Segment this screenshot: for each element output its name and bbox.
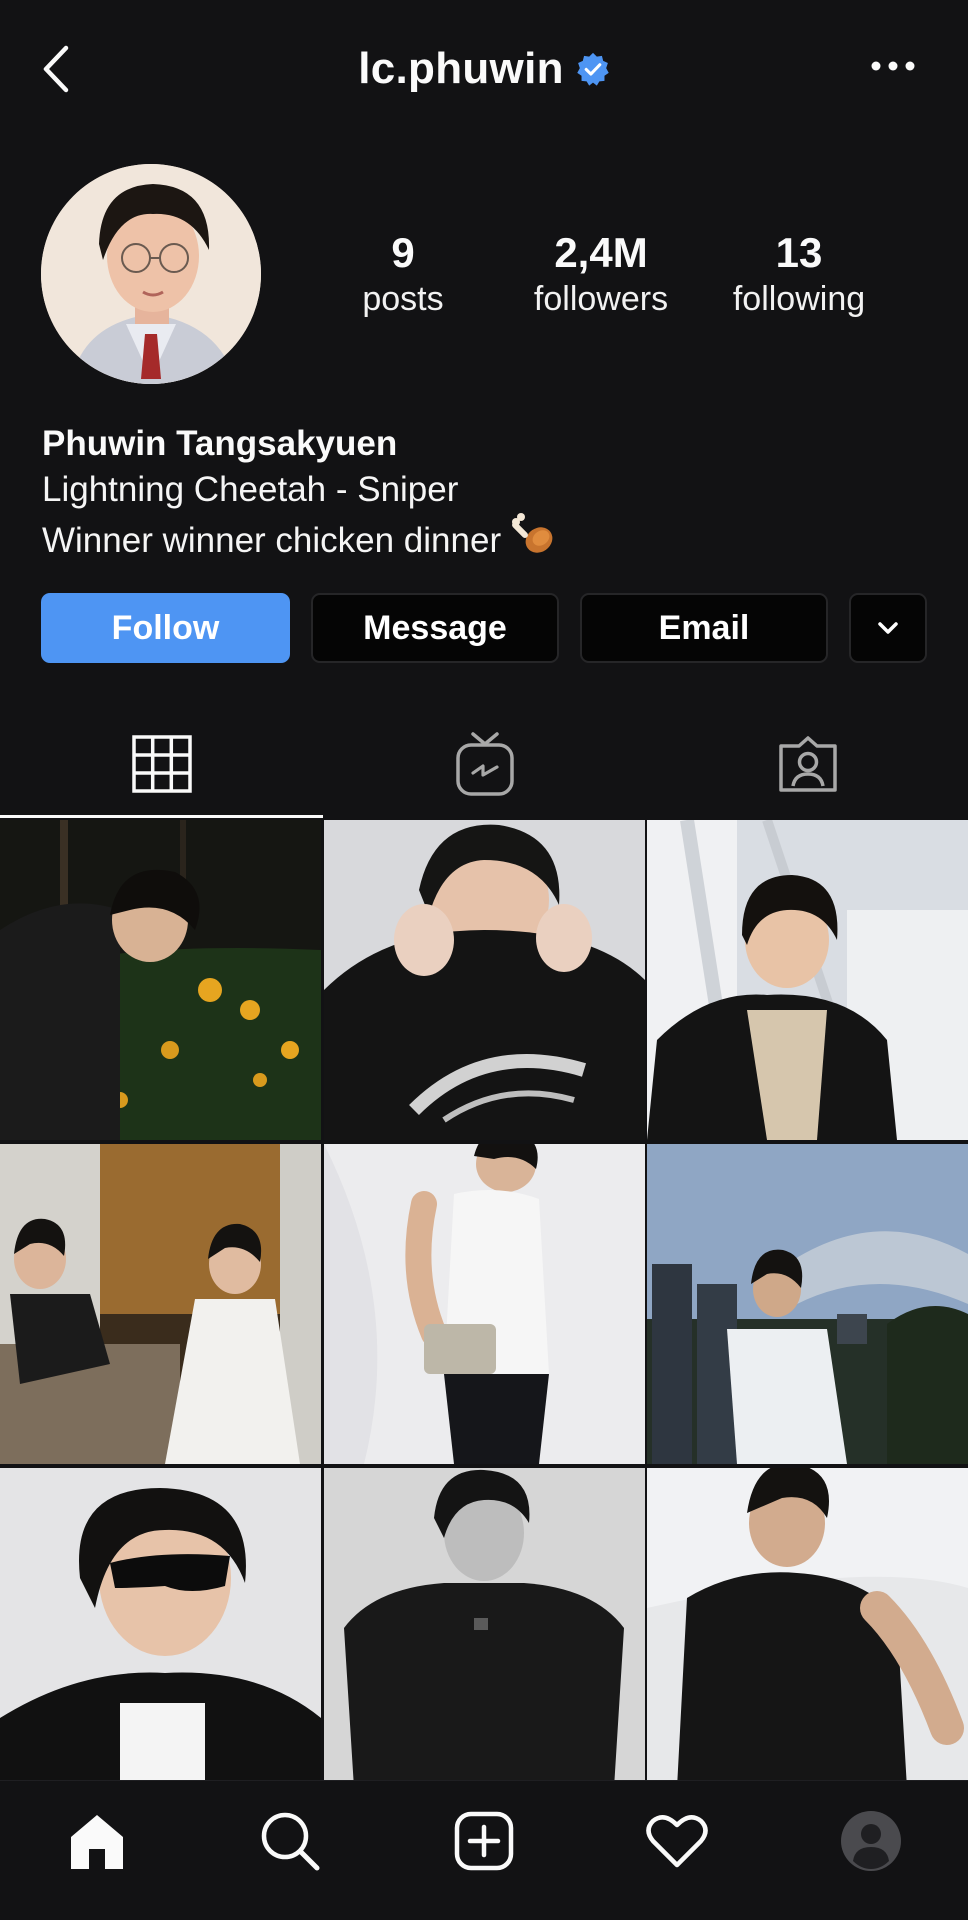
active-tab-indicator xyxy=(0,815,323,818)
stat-followers[interactable]: 2,4M followers xyxy=(501,228,701,320)
post-thumbnail-2[interactable] xyxy=(324,820,645,1140)
nav-profile[interactable] xyxy=(774,1781,967,1901)
heart-icon xyxy=(645,1815,708,1868)
profile-stats: 9 posts 2,4M followers 13 following xyxy=(340,228,900,328)
plus-square-icon xyxy=(454,1811,513,1871)
post-thumbnail-1[interactable] xyxy=(0,820,321,1140)
post-thumbnail-6[interactable] xyxy=(647,1144,968,1464)
post-photo-6 xyxy=(647,1144,968,1464)
chevron-down-icon xyxy=(878,622,898,634)
post-photo-5 xyxy=(324,1144,645,1464)
posts-grid xyxy=(0,820,968,1788)
stat-posts-value: 9 xyxy=(391,229,415,276)
stat-following[interactable]: 13 following xyxy=(699,228,899,320)
profile-avatar-icon xyxy=(840,1811,901,1871)
profile-name: Phuwin Tangsakyuen xyxy=(42,424,398,463)
stat-following-value: 13 xyxy=(775,229,823,276)
igtv-icon xyxy=(455,732,514,796)
stat-posts-label: posts xyxy=(362,280,444,318)
bio-line-2-wrap: Winner winner chicken dinner xyxy=(42,512,922,563)
profile-tabs xyxy=(0,710,968,818)
stat-following-label: following xyxy=(732,280,866,318)
tagged-icon xyxy=(778,736,837,792)
verified-badge-icon xyxy=(577,52,609,86)
bio-line-2: Winner winner chicken dinner xyxy=(42,521,502,560)
profile-actions: Follow Message Email xyxy=(41,593,927,663)
email-button[interactable]: Email xyxy=(580,593,828,663)
post-photo-1 xyxy=(0,820,321,1140)
tab-grid[interactable] xyxy=(0,710,323,818)
post-thumbnail-8[interactable] xyxy=(324,1468,645,1788)
post-thumbnail-3[interactable] xyxy=(647,820,968,1140)
stat-followers-label: followers xyxy=(533,280,669,318)
nav-home[interactable] xyxy=(0,1781,193,1901)
post-photo-2 xyxy=(324,820,645,1140)
search-icon xyxy=(261,1812,319,1871)
stat-posts[interactable]: 9 posts xyxy=(303,228,503,320)
title-wrap: lc.phuwin xyxy=(0,44,968,94)
bottom-navigation xyxy=(0,1780,968,1920)
username-text: lc.phuwin xyxy=(358,44,564,93)
post-photo-8 xyxy=(324,1468,645,1788)
post-photo-9 xyxy=(647,1468,968,1788)
profile-username: lc.phuwin xyxy=(358,44,610,94)
top-bar: lc.phuwin xyxy=(0,0,968,140)
profile-bio: Phuwin Tangsakyuen Lightning Cheetah - S… xyxy=(42,420,922,563)
post-photo-7 xyxy=(0,1468,321,1788)
post-photo-4 xyxy=(0,1144,321,1464)
poultry-leg-emoji-icon xyxy=(512,513,553,553)
grid-icon xyxy=(131,735,192,793)
message-button[interactable]: Message xyxy=(311,593,559,663)
home-icon xyxy=(70,1815,123,1869)
profile-avatar[interactable] xyxy=(41,164,261,384)
nav-search[interactable] xyxy=(193,1781,386,1901)
bio-line-1: Lightning Cheetah - Sniper xyxy=(42,470,459,509)
follow-button[interactable]: Follow xyxy=(41,593,290,663)
post-photo-3 xyxy=(647,820,968,1140)
ellipsis-icon xyxy=(871,61,915,71)
nav-activity[interactable] xyxy=(580,1781,773,1901)
suggested-accounts-button[interactable] xyxy=(849,593,927,663)
nav-create[interactable] xyxy=(387,1781,580,1901)
avatar-photo xyxy=(41,164,261,384)
post-thumbnail-5[interactable] xyxy=(324,1144,645,1464)
post-thumbnail-7[interactable] xyxy=(0,1468,321,1788)
post-thumbnail-9[interactable] xyxy=(647,1468,968,1788)
profile-page: lc.phuwin 9 posts 2,4M followers 13 foll… xyxy=(0,0,968,1920)
post-thumbnail-4[interactable] xyxy=(0,1144,321,1464)
more-options-button[interactable] xyxy=(870,56,916,76)
tab-tagged[interactable] xyxy=(646,710,968,818)
stat-followers-value: 2,4M xyxy=(554,229,648,276)
tab-igtv[interactable] xyxy=(323,710,646,818)
